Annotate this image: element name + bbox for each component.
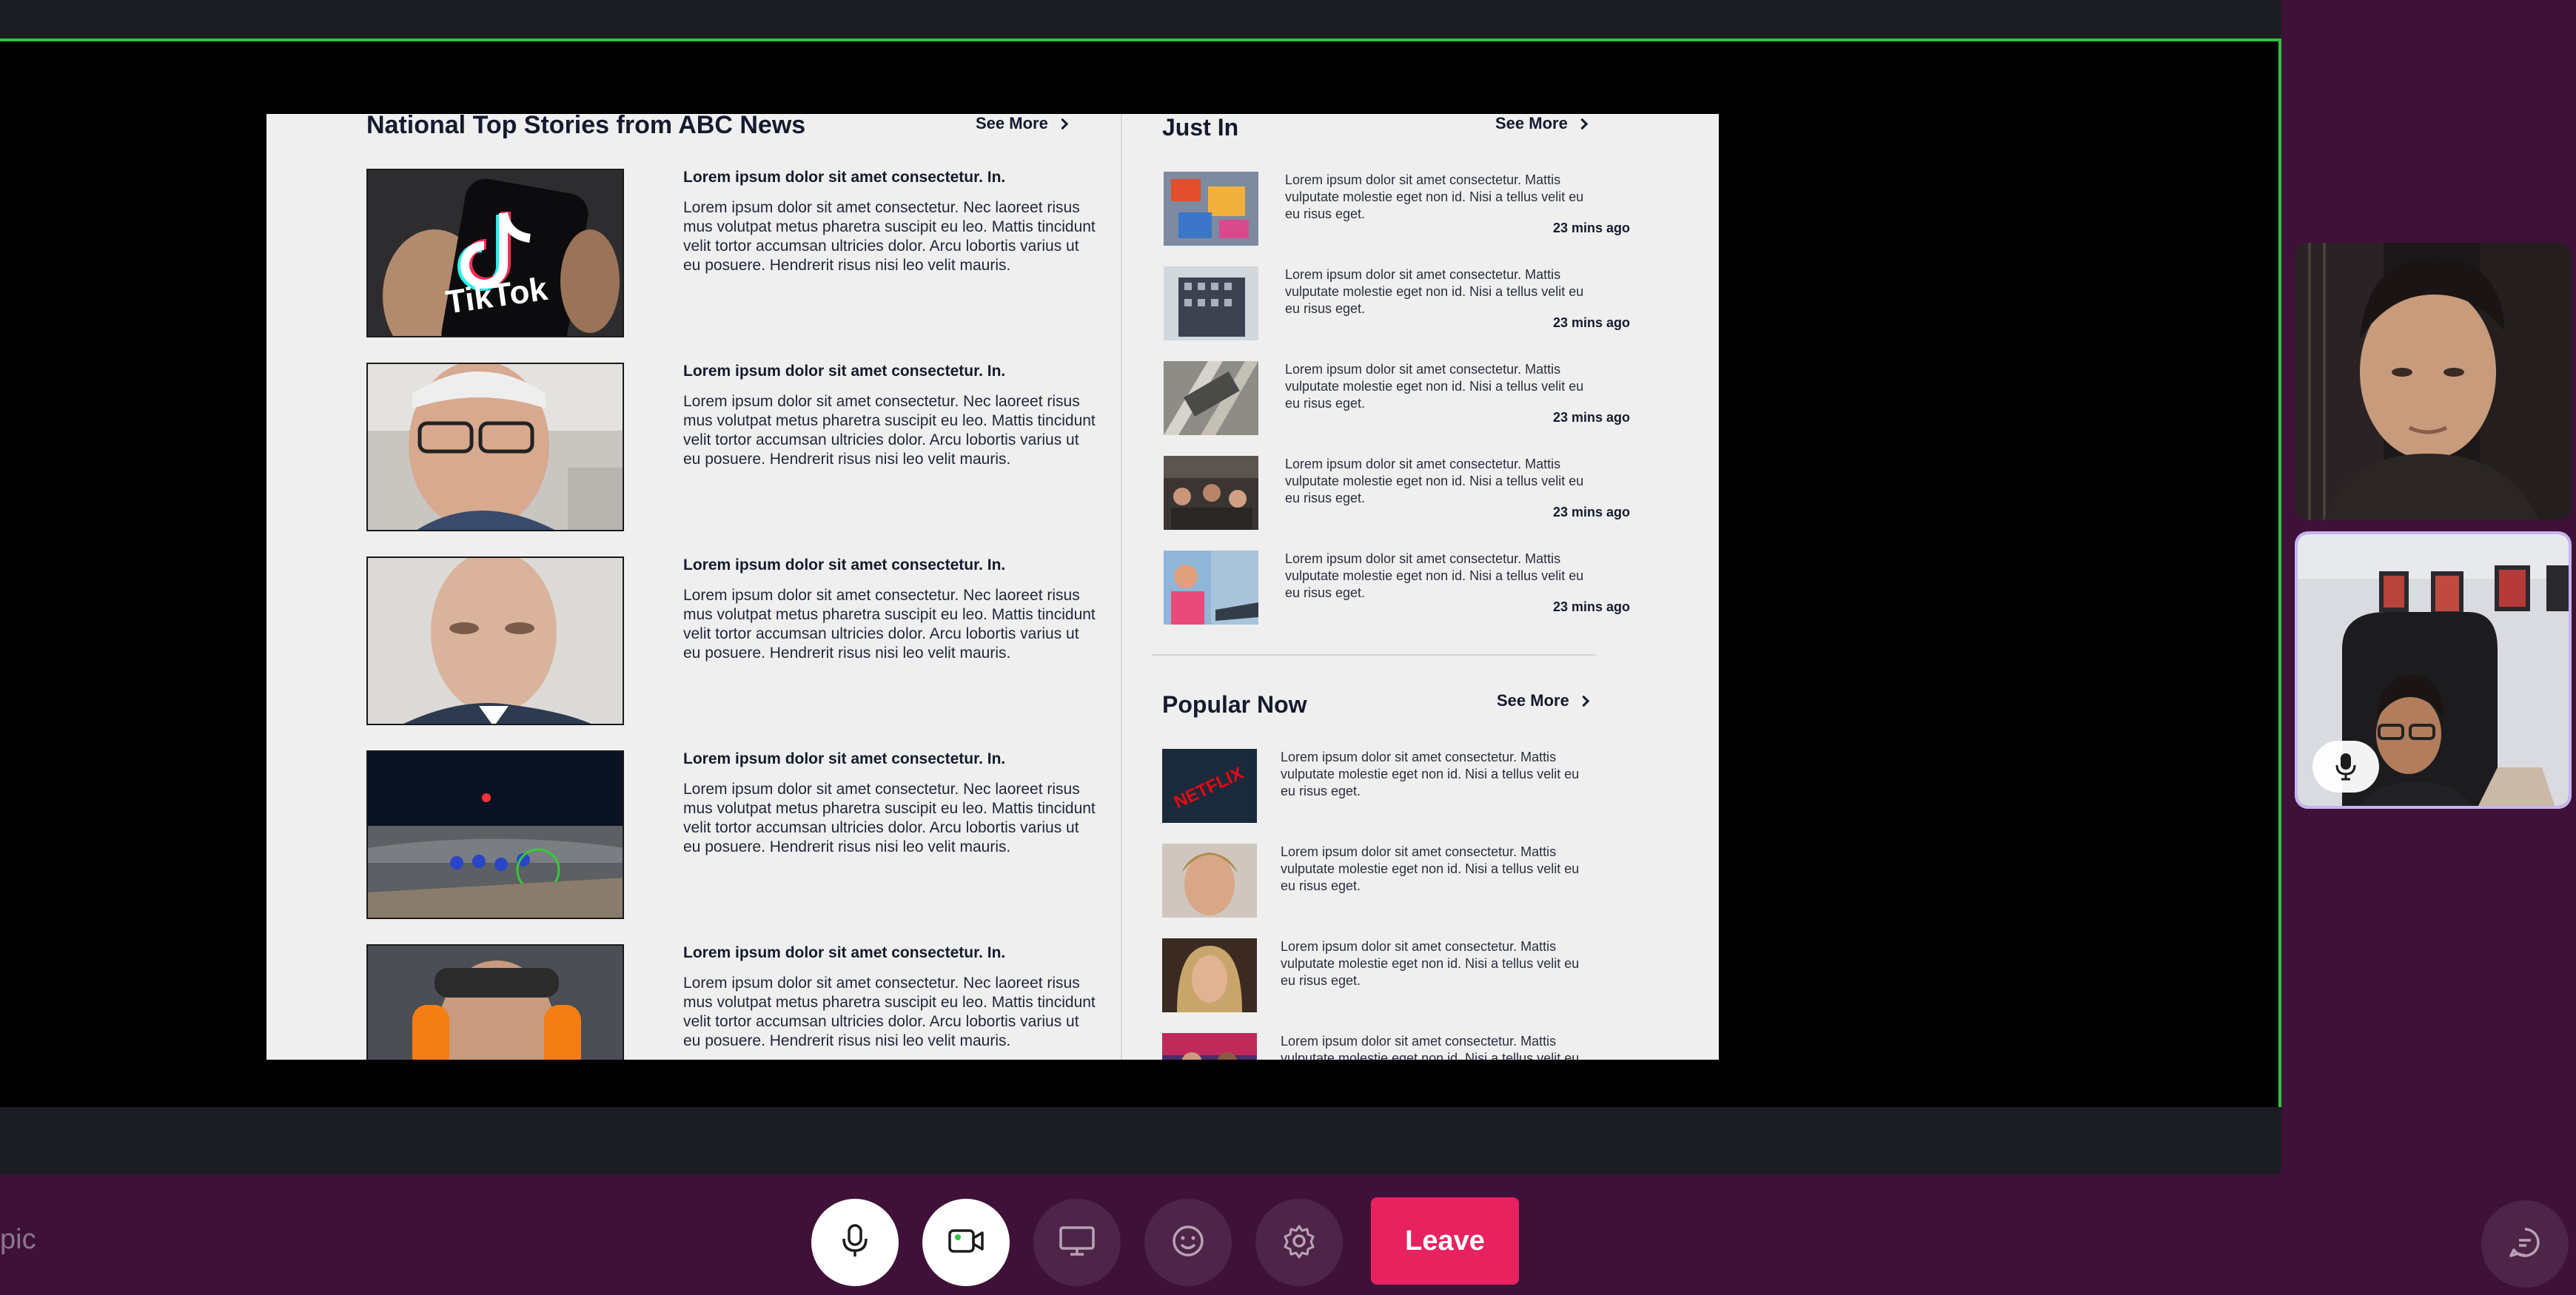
story-item[interactable]: Lorem ipsum dolor sit amet consectetur. … (366, 363, 1121, 534)
story-body: Lorem ipsum dolor sit amet consectetur. … (683, 975, 1096, 1049)
top-stories-see-more-link[interactable]: See More (976, 114, 1069, 133)
popular-item[interactable]: Lorem ipsum dolor sit amet consectetur. … (1162, 1033, 1636, 1060)
story-headline: Lorem ipsum dolor sit amet consectetur. … (683, 169, 1006, 186)
news-timestamp: 23 mins ago (1552, 221, 1630, 235)
popular-item[interactable]: Lorem ipsum dolor sit amet consectetur. … (1162, 844, 1636, 925)
top-stories-title: National Top Stories from ABC News (366, 114, 806, 139)
story-body: Lorem ipsum dolor sit amet consectetur. … (683, 587, 1096, 662)
leave-button[interactable]: Leave (1371, 1197, 1519, 1285)
chat-button[interactable] (2481, 1200, 2569, 1288)
just-in-item[interactable]: Lorem ipsum dolor sit amet consectetur. … (1164, 456, 1637, 537)
story-item[interactable]: Lorem ipsum dolor sit amet consectetur. … (366, 944, 1121, 1060)
story-item[interactable]: Lorem ipsum dolor sit amet consectetur. … (366, 750, 1121, 922)
screen-share-icon (1059, 1225, 1096, 1261)
emoji-icon (1170, 1223, 1206, 1262)
news-timestamp: 23 mins ago (1552, 599, 1630, 614)
reactions-button[interactable] (1144, 1199, 1232, 1286)
story-body: Lorem ipsum dolor sit amet consectetur. … (683, 393, 1096, 468)
news-thumbnail (1164, 456, 1258, 530)
news-text: Lorem ipsum dolor sit amet consectetur. … (1285, 172, 1584, 221)
shared-webpage: National Top Stories from ABC News See M… (266, 114, 1719, 1060)
meeting-topic-label: pic (0, 1224, 36, 1255)
microphone-status-icon (2312, 741, 2379, 793)
popular-text: Lorem ipsum dolor sit amet consectetur. … (1281, 750, 1580, 798)
news-text: Lorem ipsum dolor sit amet consectetur. … (1285, 457, 1584, 505)
chevron-right-icon (1576, 118, 1589, 130)
camera-button[interactable] (922, 1199, 1010, 1286)
news-thumbnail (1164, 361, 1258, 435)
microphone-icon (840, 1222, 870, 1263)
chevron-right-icon (1056, 118, 1069, 130)
chat-icon (2507, 1225, 2543, 1264)
story-headline: Lorem ipsum dolor sit amet consectetur. … (683, 363, 1006, 380)
story-body: Lorem ipsum dolor sit amet consectetur. … (683, 199, 1096, 274)
just-in-item[interactable]: Lorem ipsum dolor sit amet consectetur. … (1164, 551, 1637, 632)
popular-now-see-more-link[interactable]: See More (1497, 691, 1590, 710)
popular-thumbnail: NETFLIX (1162, 749, 1257, 823)
screen-share-view: National Top Stories from ABC News See M… (0, 0, 2281, 1175)
news-timestamp: 23 mins ago (1552, 315, 1630, 330)
news-thumbnail (1164, 172, 1258, 246)
story-headline: Lorem ipsum dolor sit amet consectetur. … (683, 750, 1006, 767)
story-body: Lorem ipsum dolor sit amet consectetur. … (683, 781, 1096, 855)
popular-text: Lorem ipsum dolor sit amet consectetur. … (1281, 939, 1580, 988)
popular-thumbnail (1162, 938, 1257, 1012)
popular-text: Lorem ipsum dolor sit amet consectetur. … (1281, 1034, 1580, 1060)
microphone-button[interactable] (811, 1199, 899, 1286)
chevron-right-icon (1577, 695, 1590, 707)
just-in-title: Just In (1162, 114, 1239, 141)
news-thumbnail (1164, 266, 1258, 340)
popular-item[interactable]: Lorem ipsum dolor sit amet consectetur. … (1162, 938, 1636, 1020)
just-in-item[interactable]: Lorem ipsum dolor sit amet consectetur. … (1164, 361, 1637, 443)
just-in-item[interactable]: Lorem ipsum dolor sit amet consectetur. … (1164, 266, 1637, 348)
story-item[interactable]: TikTok Lorem ipsum dolor sit amet consec… (366, 169, 1121, 340)
just-in-item[interactable]: Lorem ipsum dolor sit amet consectetur. … (1164, 172, 1637, 253)
story-headline: Lorem ipsum dolor sit amet consectetur. … (683, 944, 1006, 961)
video-camera-icon (947, 1226, 985, 1259)
popular-text: Lorem ipsum dolor sit amet consectetur. … (1281, 844, 1580, 893)
news-timestamp: 23 mins ago (1552, 505, 1630, 519)
popular-now-title: Popular Now (1162, 691, 1307, 718)
share-top-bar (0, 0, 2281, 38)
popular-thumbnail (1162, 1033, 1257, 1060)
story-headline: Lorem ipsum dolor sit amet consectetur. … (683, 556, 1006, 574)
see-more-label: See More (1497, 691, 1569, 710)
settings-button[interactable] (1255, 1199, 1343, 1286)
news-thumbnail (1164, 551, 1258, 625)
news-text: Lorem ipsum dolor sit amet consectetur. … (1285, 362, 1584, 411)
participant-video-tile[interactable] (2295, 243, 2572, 520)
settings-icon (1281, 1223, 1317, 1262)
story-thumbnail (366, 944, 624, 1060)
shared-content: National Top Stories from ABC News See M… (0, 38, 2281, 1107)
news-timestamp: 23 mins ago (1552, 410, 1630, 425)
section-divider (1152, 654, 1596, 656)
story-item[interactable]: Lorem ipsum dolor sit amet consectetur. … (366, 556, 1121, 728)
see-more-label: See More (976, 114, 1048, 132)
popular-thumbnail (1162, 844, 1257, 918)
share-bottom-bar (0, 1107, 2281, 1175)
share-screen-button[interactable] (1033, 1199, 1121, 1286)
story-thumbnail (366, 750, 624, 919)
news-text: Lorem ipsum dolor sit amet consectetur. … (1285, 551, 1584, 600)
story-thumbnail: TikTok (366, 169, 624, 337)
just-in-see-more-link[interactable]: See More (1495, 114, 1589, 133)
news-text: Lorem ipsum dolor sit amet consectetur. … (1285, 267, 1584, 316)
story-thumbnail (366, 556, 624, 725)
see-more-label: See More (1495, 114, 1568, 132)
popular-item[interactable]: NETFLIX Lorem ipsum dolor sit amet conse… (1162, 749, 1636, 830)
participant-video-tile-active[interactable] (2295, 531, 2572, 809)
story-thumbnail (366, 363, 624, 531)
participant-video (2295, 243, 2572, 520)
